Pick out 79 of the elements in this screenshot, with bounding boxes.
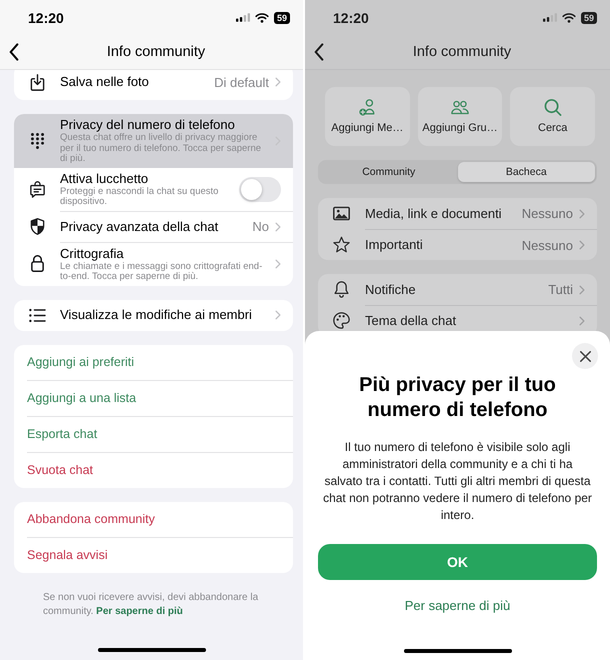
signal-icon xyxy=(236,13,250,22)
settings-row[interactable]: Importanti Nessuno xyxy=(318,229,597,260)
menu-item[interactable]: Aggiungi a una lista xyxy=(27,380,293,416)
settings-row[interactable]: Notifiche Tutti xyxy=(318,274,597,305)
shield-icon xyxy=(28,218,46,234)
chevron-icon xyxy=(275,77,281,87)
settings-row[interactable]: Visualizza le modifiche ai membri xyxy=(14,300,293,330)
close-icon xyxy=(580,350,590,362)
row-title: Privacy del numero di telefono xyxy=(60,117,236,133)
battery-level: 59 xyxy=(580,12,597,24)
settings-row[interactable]: Media, link e documenti Nessuno xyxy=(318,198,597,229)
row-subtitle: Questa chat offre un livello di privacy maggiore per il tuo numero di telefono. Tocca per saperne di più. xyxy=(60,133,262,164)
back-icon[interactable] xyxy=(314,43,324,61)
row-title: Media, link e documenti xyxy=(365,206,503,222)
wifi-icon xyxy=(254,12,269,22)
chevron-icon xyxy=(275,222,281,232)
action-button[interactable]: Aggiungi Gru… xyxy=(418,87,502,146)
menu-item[interactable]: Aggiungi ai preferiti xyxy=(27,344,293,380)
row-title: Privacy avanzata della chat xyxy=(60,218,220,234)
row-value: Di default xyxy=(214,74,269,90)
screen-title: Info community xyxy=(412,44,512,60)
settings-row[interactable]: Privacy avanzata della chat No xyxy=(14,210,293,242)
list-icon xyxy=(28,306,46,324)
toggle-switch[interactable] xyxy=(239,176,281,202)
menu-item[interactable]: Abbandona community xyxy=(27,502,293,536)
row-value: Nessuno xyxy=(522,238,573,252)
signal-icon xyxy=(542,13,557,22)
bell-icon xyxy=(333,281,350,298)
menu-item[interactable]: Svuota chat xyxy=(27,452,293,488)
back-icon[interactable] xyxy=(9,43,19,61)
people-icon xyxy=(451,99,469,116)
segment-tab[interactable]: Community xyxy=(320,162,458,182)
star-icon xyxy=(333,236,350,253)
chevron-icon xyxy=(579,284,585,294)
row-title: Salva nelle foto xyxy=(60,74,150,90)
status-time: 12:20 xyxy=(333,10,369,26)
chevron-icon xyxy=(579,240,585,250)
footer-note: Se non vuoi ricevere avvisi, devi abbandonare la community. Per saperne di più xyxy=(43,590,260,618)
chevron-icon xyxy=(579,208,585,218)
close-button[interactable] xyxy=(572,343,598,369)
screen-title: Info community xyxy=(106,44,206,60)
keypad-icon xyxy=(30,132,44,149)
search-icon xyxy=(544,99,562,116)
menu-item[interactable]: Esporta chat xyxy=(27,416,293,452)
row-subtitle: Le chiamate e i messaggi sono crittografati end-to-end. Tocca per saperne di più. xyxy=(60,262,264,282)
wifi-icon xyxy=(562,12,576,22)
settings-row[interactable]: Crittografia Le chiamate e i messaggi sono crittografati end-to-end. Tocca per saperne di più. xyxy=(14,242,293,286)
image-icon xyxy=(333,205,350,222)
row-title: Attiva lucchetto xyxy=(60,170,150,186)
row-title: Importanti xyxy=(365,237,424,253)
settings-row[interactable]: Salva nelle foto Di default xyxy=(14,70,293,100)
action-button[interactable]: Cerca xyxy=(510,87,596,146)
sheet-title: Più privacy per il tuo numero di telefono xyxy=(358,373,557,423)
action-button[interactable]: Aggiungi Me… xyxy=(325,87,410,146)
chevron-icon xyxy=(579,316,585,326)
row-title: Tema della chat xyxy=(365,313,458,329)
chevron-icon xyxy=(275,259,281,269)
row-value: No xyxy=(252,219,269,234)
menu-item[interactable]: Segnala avvisi xyxy=(27,536,293,572)
row-title: Crittografia xyxy=(60,246,125,261)
learn-more-link[interactable]: Per saperne di più xyxy=(96,606,183,616)
segment-tab[interactable]: Bacheca xyxy=(458,162,595,182)
row-value: Nessuno xyxy=(522,206,573,221)
learn-more-link[interactable]: Per saperne di più xyxy=(404,598,510,613)
row-value: Tutti xyxy=(548,282,573,297)
download-icon xyxy=(28,74,46,90)
settings-row[interactable]: Attiva lucchetto Proteggi e nascondi la chat su questo dispositivo. xyxy=(14,168,293,210)
lock-icon xyxy=(28,255,46,272)
battery-level: 59 xyxy=(274,12,290,24)
settings-row[interactable]: Privacy del numero di telefono Questa chat offre un livello di privacy maggiore per il tuo numero di telefono. Tocca per saperne di più. xyxy=(14,114,293,168)
row-title: Visualizza le modifiche ai membri xyxy=(60,307,253,323)
lock-message-icon xyxy=(28,180,46,198)
add-person-icon xyxy=(358,99,376,116)
row-subtitle: Proteggi e nascondi la chat su questo dispositivo. xyxy=(60,186,220,208)
row-title: Notifiche xyxy=(365,282,417,298)
chevron-icon xyxy=(275,310,281,320)
status-time: 12:20 xyxy=(28,10,64,26)
palette-icon xyxy=(333,312,350,329)
sheet-body: Il tuo numero di telefono è visibile solo agli amministratori della community e a chi ti ha salvato tra i contatti. Tutti gli altri membri di questa chat non potranno vedere il numero di telefono per intero. xyxy=(323,439,592,524)
